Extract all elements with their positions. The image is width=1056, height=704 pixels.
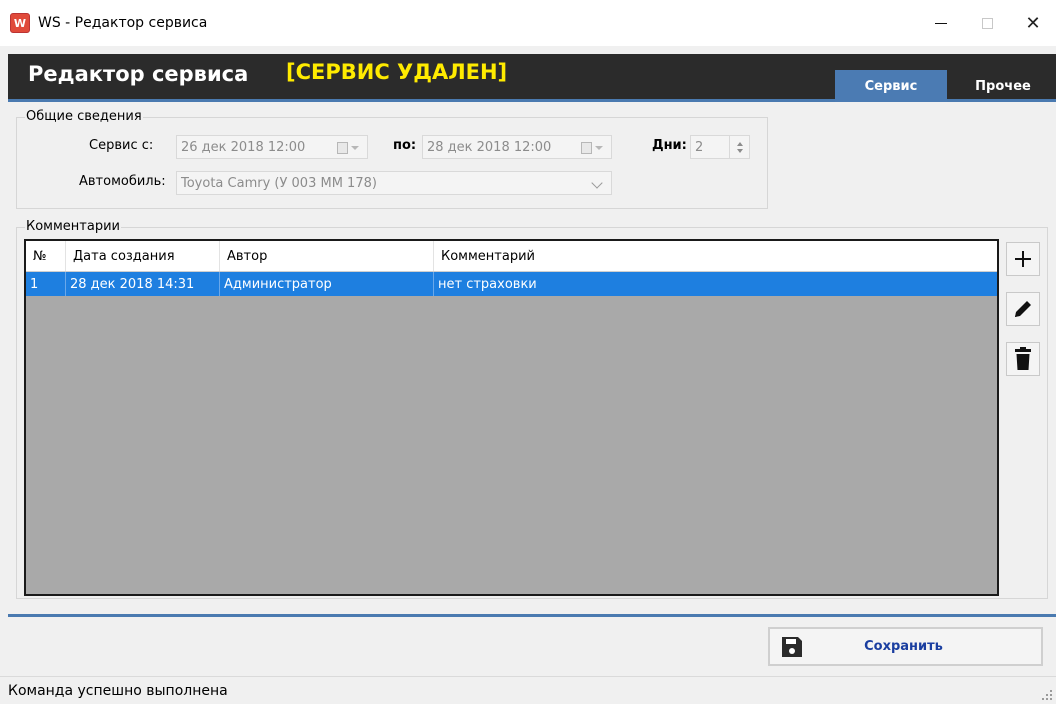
minimize-icon	[935, 22, 947, 24]
pencil-icon	[1015, 301, 1031, 317]
column-header-comment[interactable]: Комментарий	[434, 241, 997, 271]
save-button[interactable]: Сохранить	[768, 627, 1043, 666]
car-value: Toyota Camry (У 003 ММ 178)	[181, 175, 377, 191]
cell-number: 1	[26, 272, 66, 296]
spinner-arrows-icon[interactable]	[729, 136, 749, 158]
comments-group-title: Комментарии	[25, 219, 121, 234]
close-icon: ✕	[1025, 12, 1041, 34]
service-to-label: по:	[393, 138, 417, 153]
close-button[interactable]: ✕	[1010, 0, 1056, 46]
chevron-down-icon	[591, 177, 603, 189]
table-header: № Дата создания Автор Комментарий	[26, 241, 997, 272]
days-value: 2	[695, 139, 704, 155]
general-info-group-title: Общие сведения	[25, 109, 143, 124]
status-bar: Команда успешно выполнена	[0, 676, 1056, 704]
window-controls: ✕	[918, 0, 1056, 46]
tab-service[interactable]: Сервис	[835, 70, 947, 102]
tab-other[interactable]: Прочее	[950, 70, 1056, 102]
window-title: WS - Редактор сервиса	[38, 15, 208, 31]
editor-header: Редактор сервиса [СЕРВИС УДАЛЕН] Сервис …	[8, 54, 1056, 102]
cell-author: Администратор	[220, 272, 434, 296]
cell-comment: нет страховки	[438, 276, 537, 292]
app-icon: W	[10, 13, 30, 33]
minimize-button[interactable]	[918, 0, 964, 46]
add-comment-button[interactable]	[1006, 242, 1040, 276]
edit-comment-button[interactable]	[1006, 292, 1040, 326]
general-info-group: Общие сведения	[16, 109, 768, 209]
service-to-value: 28 дек 2018 12:00	[427, 139, 552, 155]
column-header-author[interactable]: Автор	[220, 241, 434, 271]
days-spinner[interactable]: 2	[690, 135, 750, 159]
days-label: Дни:	[652, 138, 687, 153]
car-label: Автомобиль:	[79, 174, 166, 189]
column-header-number[interactable]: №	[26, 241, 66, 271]
table-row[interactable]: 1 28 дек 2018 14:31 Администратор нет ст…	[26, 272, 997, 296]
service-from-value: 26 дек 2018 12:00	[181, 139, 306, 155]
plus-icon	[1015, 251, 1031, 267]
maximize-icon	[981, 17, 993, 29]
trash-icon	[1015, 347, 1031, 370]
floppy-disk-icon	[778, 636, 806, 658]
comments-table[interactable]: № Дата создания Автор Комментарий 1 28 д…	[24, 239, 999, 596]
cell-date: 28 дек 2018 14:31	[66, 272, 220, 296]
service-to-datepicker[interactable]: 28 дек 2018 12:00	[422, 135, 612, 159]
delete-comment-button[interactable]	[1006, 342, 1040, 376]
maximize-button[interactable]	[964, 0, 1010, 46]
window-titlebar: W WS - Редактор сервиса ✕	[0, 0, 1056, 46]
save-button-label: Сохранить	[864, 639, 943, 654]
service-from-datepicker[interactable]: 26 дек 2018 12:00	[176, 135, 368, 159]
calendar-icon	[337, 141, 361, 155]
deleted-status-label: [СЕРВИС УДАЛЕН]	[286, 60, 508, 84]
calendar-icon	[581, 141, 605, 155]
page-title: Редактор сервиса	[28, 62, 249, 86]
car-combobox[interactable]: Toyota Camry (У 003 ММ 178)	[176, 171, 612, 195]
status-text: Команда успешно выполнена	[8, 682, 228, 699]
column-header-date[interactable]: Дата создания	[66, 241, 220, 271]
service-from-label: Сервис с:	[89, 138, 154, 153]
resize-grip-icon[interactable]	[1042, 690, 1052, 700]
